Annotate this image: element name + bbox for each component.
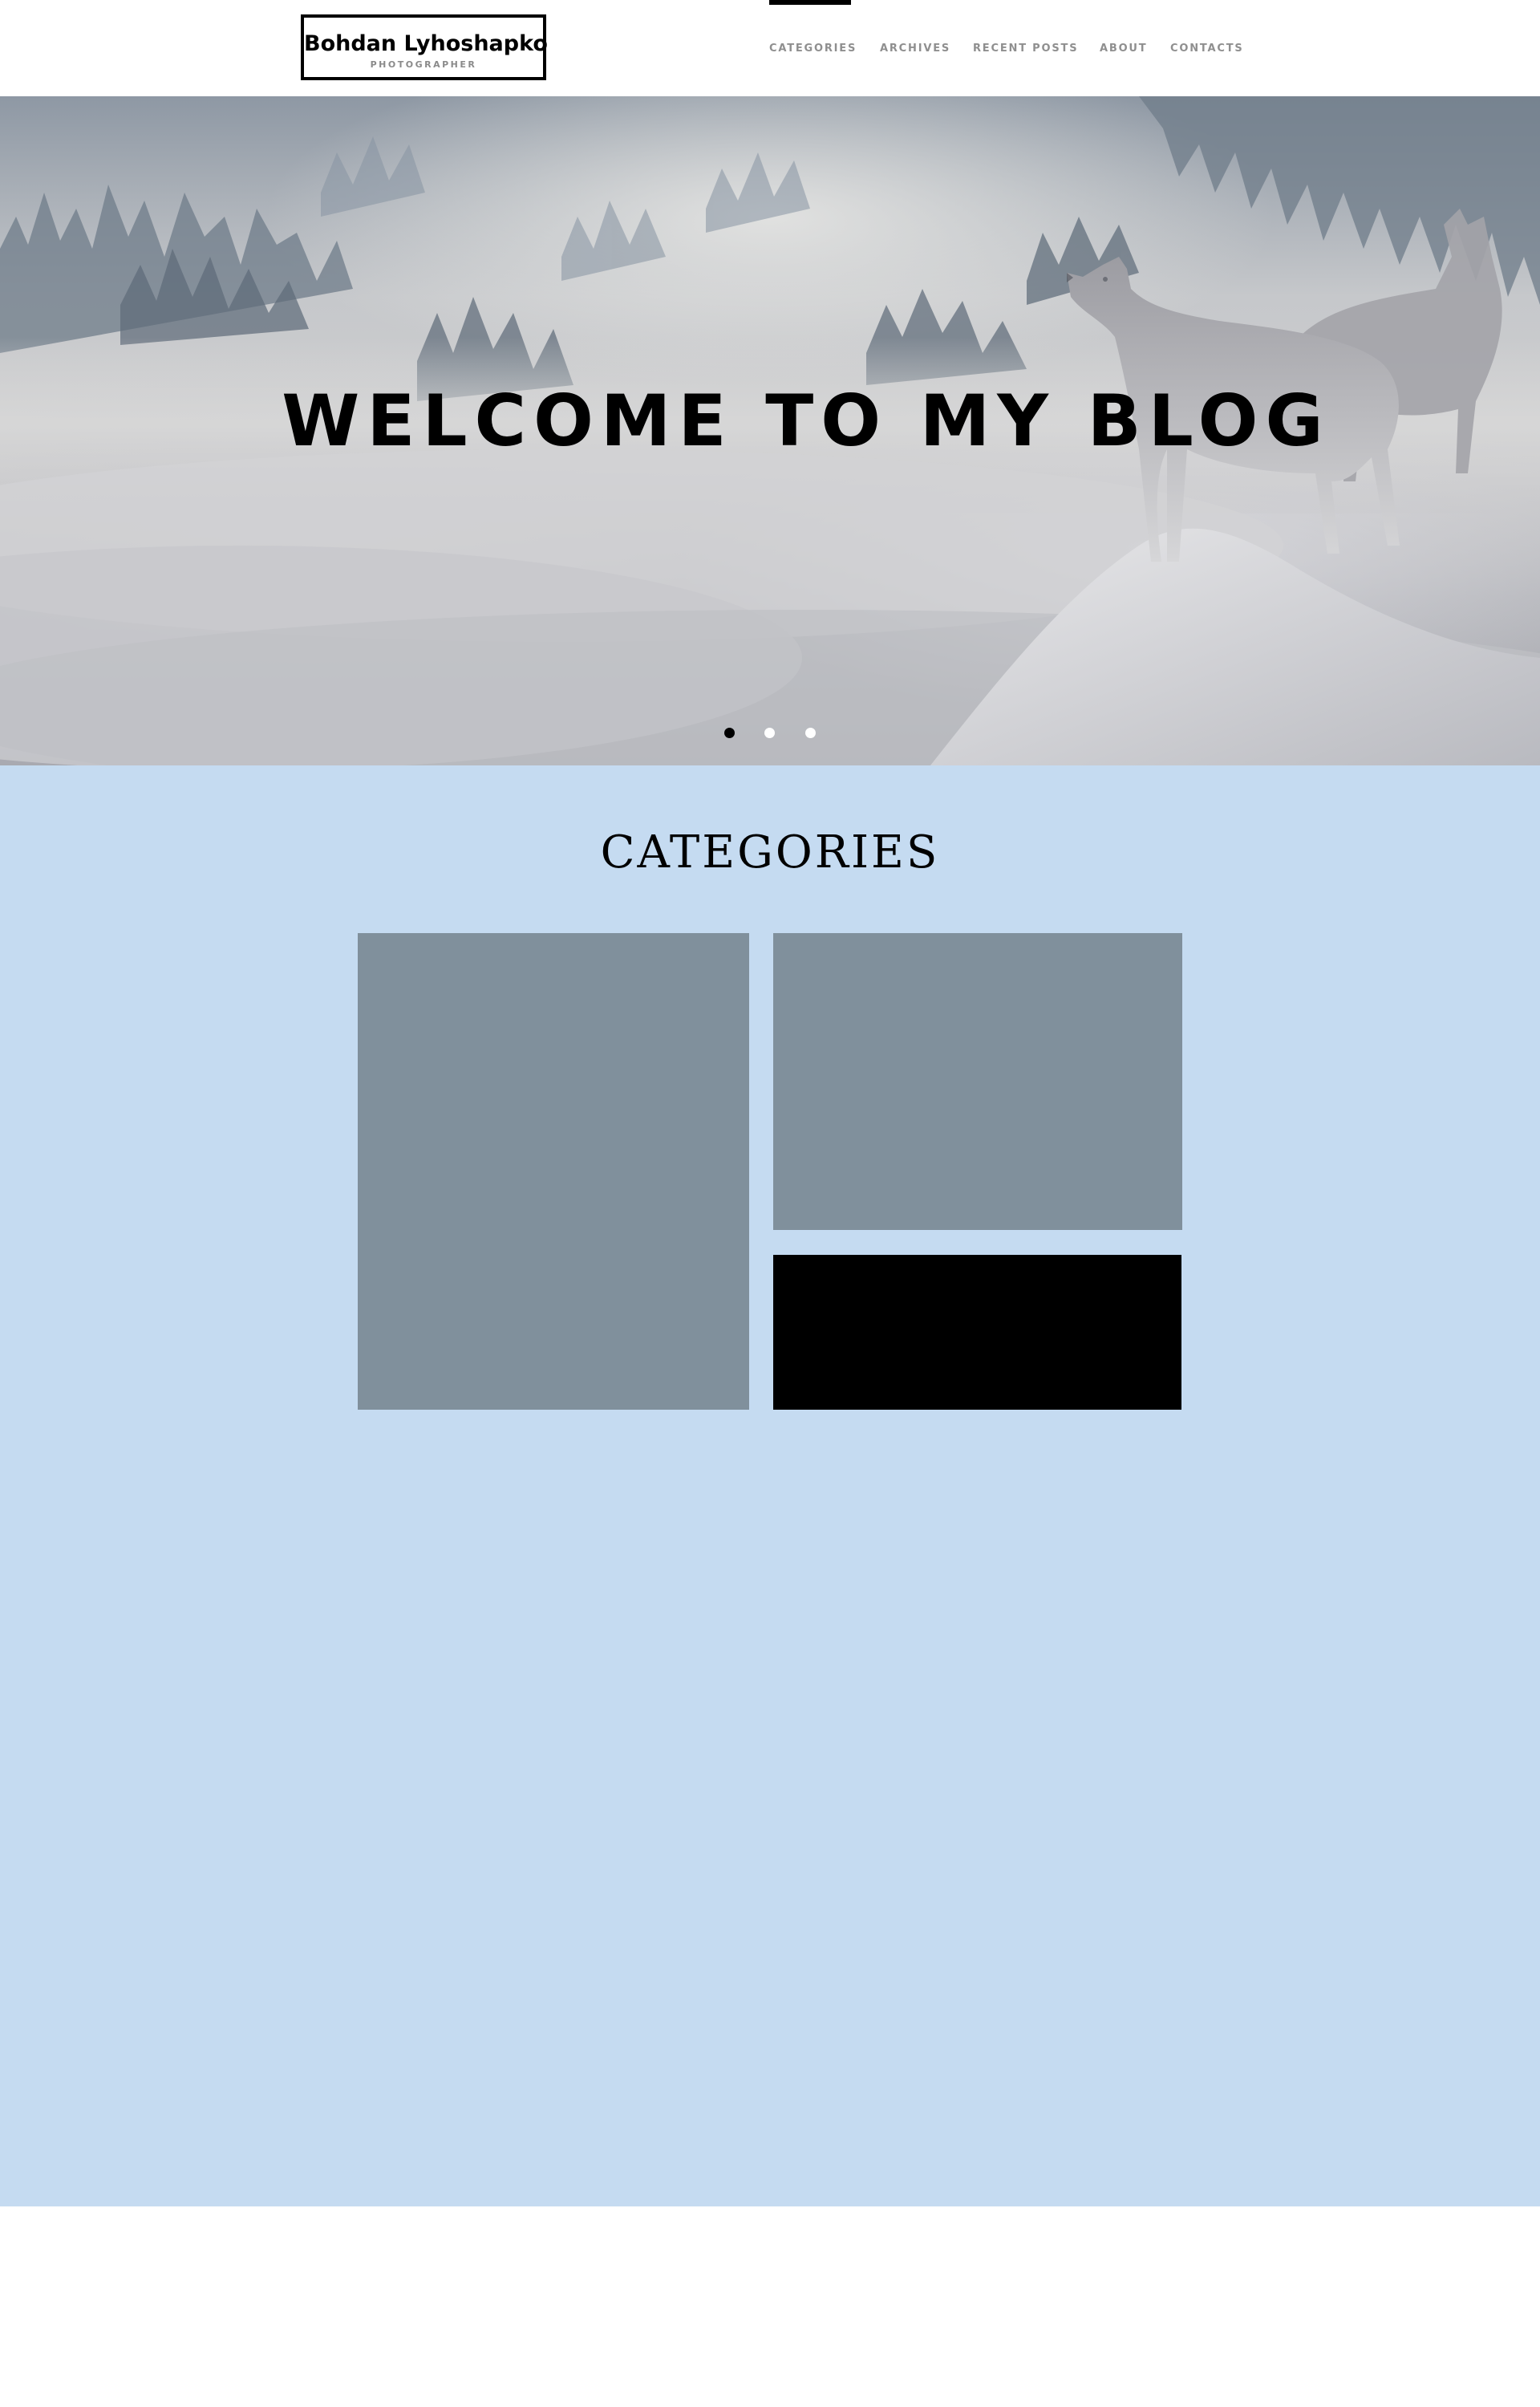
logo-subtitle: PHOTOGRAPHER (370, 59, 477, 70)
slider-dot-1[interactable] (724, 728, 735, 738)
category-tile[interactable] (773, 933, 1182, 1230)
nav-label: ARCHIVES (880, 43, 951, 55)
categories-title: CATEGORIES (600, 826, 940, 879)
hero-slider: WELCOME TO MY BLOG (0, 96, 1540, 765)
category-tile[interactable] (358, 933, 749, 1410)
hero-title: WELCOME TO MY BLOG (282, 380, 1331, 462)
nav-label: CATEGORIES (769, 43, 857, 55)
site-logo[interactable]: Bohdan Lyhoshapko PHOTOGRAPHER (301, 14, 548, 80)
nav-active-indicator (769, 0, 851, 5)
logo-name: Bohdan Lyhoshapko (304, 31, 548, 56)
categories-section: CATEGORIES (0, 765, 1540, 2206)
site-header: Bohdan Lyhoshapko PHOTOGRAPHER CATEGORIE… (0, 0, 1540, 96)
nav-label: CONTACTS (1170, 43, 1244, 55)
nav-label: RECENT POSTS (973, 43, 1079, 55)
nav-label: ABOUT (1100, 43, 1148, 55)
slider-dot-3[interactable] (805, 728, 816, 738)
page-footer-area (0, 2206, 1540, 2407)
category-tile[interactable] (773, 1255, 1181, 1410)
slider-dot-2[interactable] (764, 728, 775, 738)
slider-pagination (0, 728, 1540, 739)
